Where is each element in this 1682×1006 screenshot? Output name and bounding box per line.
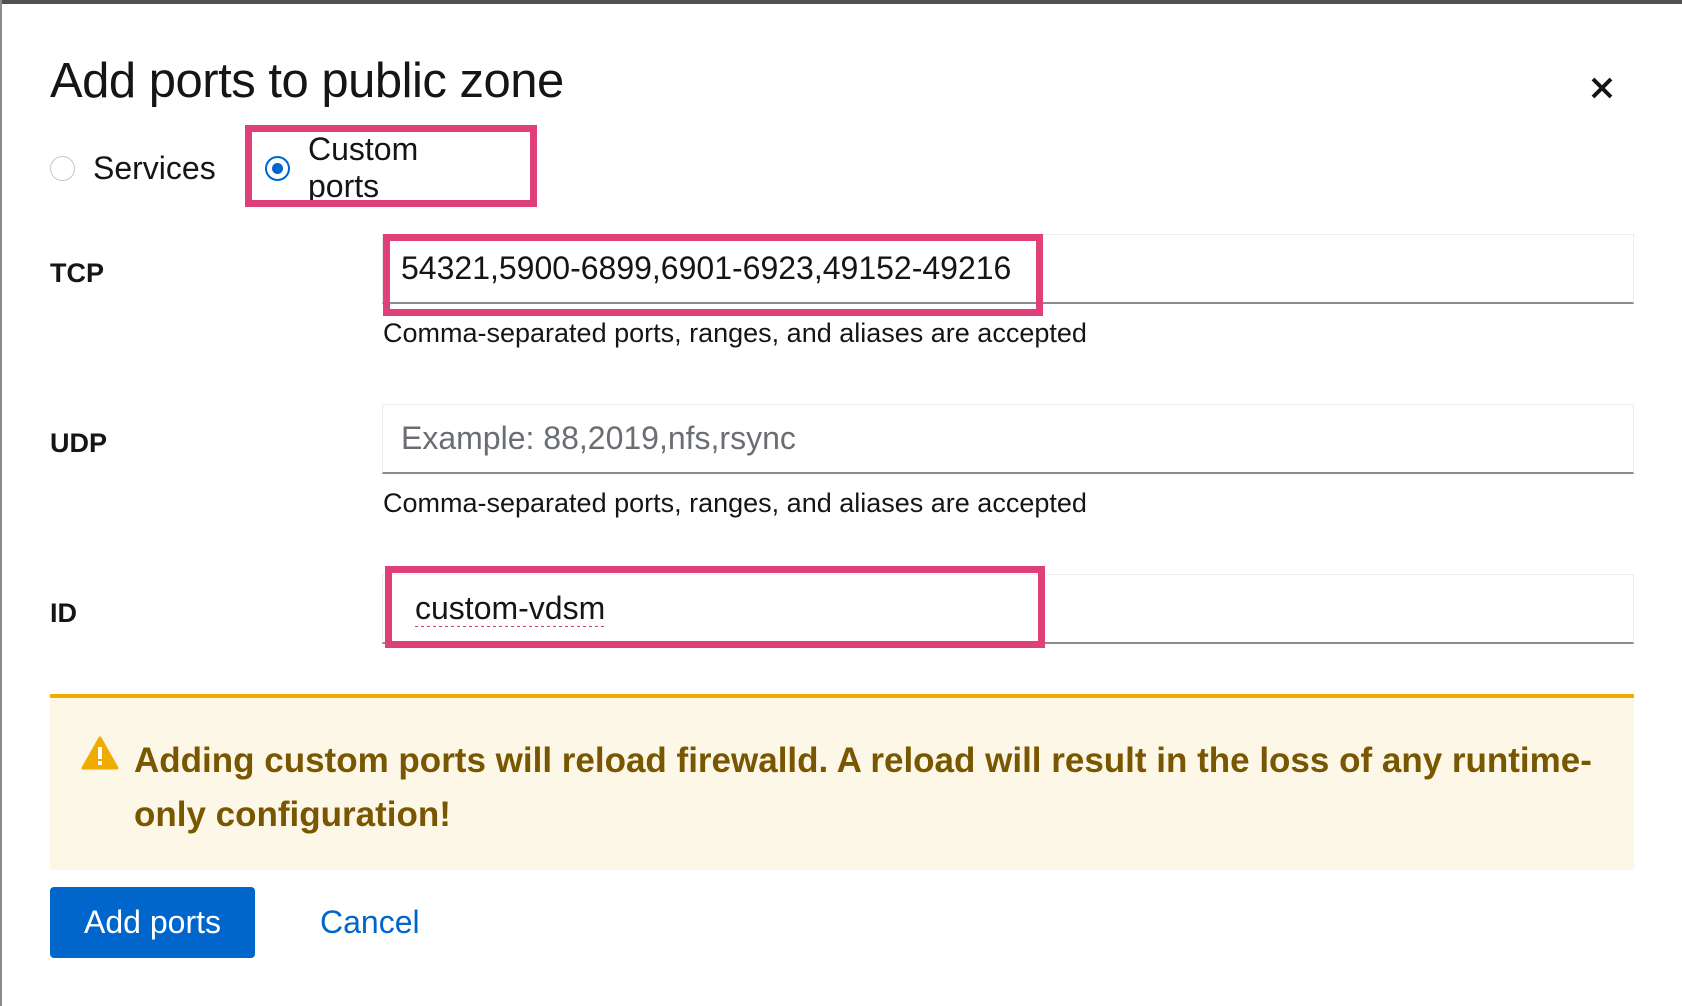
- custom-ports-radio-option[interactable]: Custom ports: [265, 131, 418, 204]
- warning-alert-message: Adding custom ports will reload firewall…: [134, 741, 1592, 834]
- udp-label: UDP: [50, 428, 108, 458]
- services-radio[interactable]: [50, 155, 75, 181]
- window-left-border: [0, 0, 2, 1006]
- close-button[interactable]: [1580, 66, 1624, 110]
- custom-ports-radio-label[interactable]: Custom ports: [308, 131, 418, 205]
- id-input[interactable]: [382, 574, 1634, 644]
- dialog-title: Add ports to public zone: [50, 54, 564, 108]
- services-radio-option[interactable]: Services: [50, 148, 216, 188]
- warning-alert: Adding custom ports will reload firewall…: [50, 694, 1634, 870]
- cancel-button[interactable]: Cancel: [300, 887, 440, 958]
- close-icon: [1591, 77, 1613, 99]
- id-label: ID: [50, 598, 77, 628]
- window-top-border: [0, 0, 1682, 4]
- tcp-input[interactable]: [382, 234, 1634, 304]
- warning-icon: [81, 736, 119, 770]
- add-ports-button[interactable]: Add ports: [50, 887, 255, 958]
- udp-helper-text: Comma-separated ports, ranges, and alias…: [383, 488, 1087, 518]
- tcp-label: TCP: [50, 258, 104, 288]
- udp-input[interactable]: [382, 404, 1634, 474]
- tcp-helper-text: Comma-separated ports, ranges, and alias…: [383, 318, 1087, 348]
- custom-ports-radio[interactable]: [265, 155, 290, 181]
- services-radio-label[interactable]: Services: [93, 150, 216, 187]
